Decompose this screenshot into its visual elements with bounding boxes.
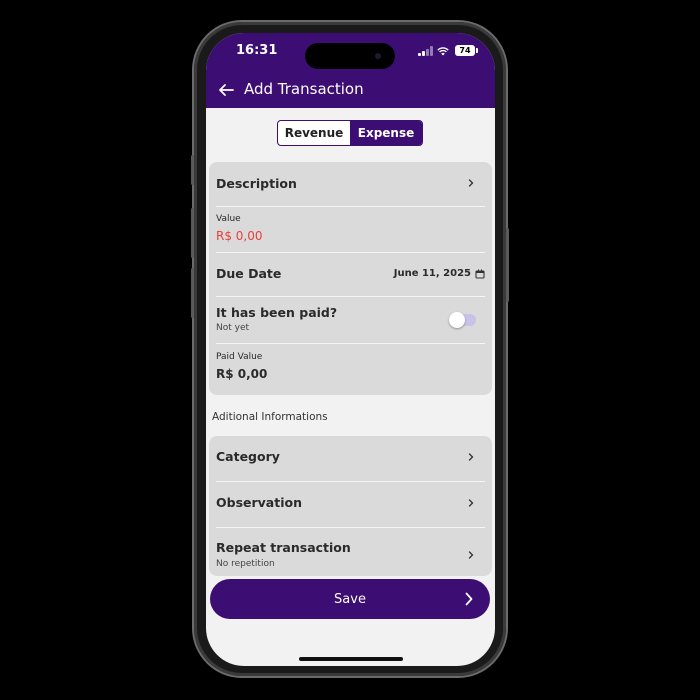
paid-status-text: Not yet bbox=[216, 323, 250, 333]
repeat-transaction-row[interactable]: Repeat transaction No repetition bbox=[216, 528, 485, 574]
mute-switch bbox=[191, 155, 194, 185]
transaction-details-card: Description Value R$ 0,00 Due Date June … bbox=[209, 162, 492, 395]
additional-info-card: Category Observation Repeat transaction … bbox=[209, 436, 492, 576]
repeat-transaction-label: Repeat transaction bbox=[216, 540, 351, 555]
home-indicator[interactable] bbox=[299, 657, 403, 661]
dynamic-island bbox=[305, 43, 395, 69]
paid-value-amount: R$ 0,00 bbox=[216, 367, 268, 381]
description-row[interactable]: Description bbox=[216, 162, 485, 206]
paid-status-row: It has been paid? Not yet bbox=[216, 297, 485, 343]
category-row[interactable]: Category bbox=[216, 436, 485, 480]
paid-question-label: It has been paid? bbox=[216, 305, 338, 320]
repeat-status-text: No repetition bbox=[216, 559, 275, 569]
battery-icon: 74 bbox=[455, 45, 478, 56]
volume-up-button bbox=[191, 208, 194, 258]
due-date-row[interactable]: Due Date June 11, 2025 bbox=[216, 253, 485, 295]
description-label: Description bbox=[216, 176, 297, 191]
due-date-label: Due Date bbox=[216, 266, 282, 281]
chevron-right-icon bbox=[468, 499, 474, 507]
additional-info-heading: Aditional Informations bbox=[212, 411, 328, 423]
chevron-right-icon bbox=[468, 453, 474, 461]
volume-down-button bbox=[191, 268, 194, 318]
observation-row[interactable]: Observation bbox=[216, 482, 485, 526]
page-title: Add Transaction bbox=[244, 80, 364, 98]
expense-tab[interactable]: Expense bbox=[350, 121, 422, 145]
signal-icon bbox=[418, 46, 433, 56]
wifi-icon bbox=[437, 47, 449, 56]
category-label: Category bbox=[216, 449, 280, 464]
revenue-tab[interactable]: Revenue bbox=[278, 121, 350, 145]
transaction-type-toggle: Revenue Expense bbox=[277, 120, 423, 146]
value-amount: R$ 0,00 bbox=[216, 229, 263, 243]
save-button[interactable]: Save bbox=[210, 579, 490, 619]
calendar-icon bbox=[475, 269, 485, 279]
paid-value-label: Paid Value bbox=[216, 352, 263, 362]
toggle-knob bbox=[449, 312, 465, 328]
chevron-right-icon bbox=[468, 551, 474, 559]
chevron-right-icon bbox=[465, 592, 473, 606]
screen: 16:31 74 Add Transaction Revenue Expense… bbox=[206, 33, 495, 666]
arrow-left-icon[interactable] bbox=[218, 82, 234, 98]
status-time: 16:31 bbox=[236, 43, 278, 58]
value-row[interactable]: Value R$ 0,00 bbox=[216, 207, 485, 251]
due-date-value: June 11, 2025 bbox=[393, 268, 471, 279]
power-button bbox=[506, 228, 509, 302]
camera-icon bbox=[375, 53, 381, 59]
save-button-label: Save bbox=[334, 591, 366, 607]
chevron-right-icon bbox=[468, 179, 474, 187]
value-label: Value bbox=[216, 214, 241, 224]
observation-label: Observation bbox=[216, 495, 302, 510]
paid-toggle[interactable] bbox=[449, 312, 476, 328]
paid-value-row[interactable]: Paid Value R$ 0,00 bbox=[216, 344, 485, 392]
